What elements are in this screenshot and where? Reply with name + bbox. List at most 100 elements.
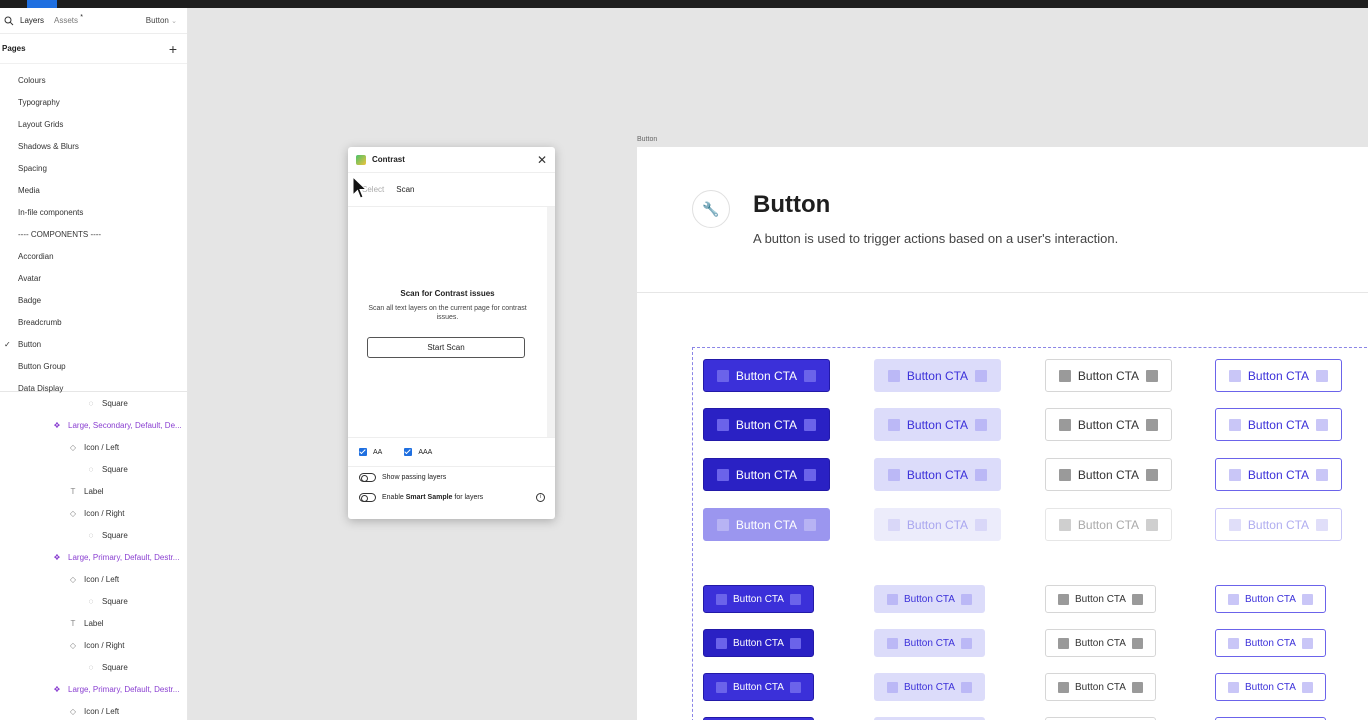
button-cta[interactable]: Button CTA: [1045, 359, 1172, 392]
button-cta[interactable]: Button CTA: [703, 359, 830, 392]
button-cta[interactable]: Button CTA: [1215, 458, 1342, 491]
button-cta[interactable]: Button CTA: [1215, 359, 1342, 392]
smart-sample-toggle[interactable]: [359, 492, 376, 502]
component-instance-icon: ❖: [53, 552, 61, 562]
button-cta-label: Button CTA: [1077, 417, 1140, 432]
button-cta[interactable]: Button CTA: [1045, 508, 1172, 541]
square-icon: [975, 468, 988, 481]
scan-heading: Scan for Contrast issues: [400, 289, 495, 298]
layer-item-label: Large, Secondary, Default, De...: [68, 420, 182, 430]
button-cta[interactable]: Button CTA: [874, 629, 985, 657]
square-icon: [804, 468, 817, 481]
layer-item[interactable]: ◇ Icon / Left: [0, 700, 187, 720]
scan-description: Scan all text layers on the current page…: [368, 305, 527, 321]
layer-item-label: Large, Primary, Default, Destr...: [68, 684, 180, 694]
square-icon: [887, 637, 899, 649]
tab-scan[interactable]: Scan: [396, 185, 414, 194]
page-item[interactable]: Breadcrumb: [0, 311, 187, 333]
layer-item[interactable]: ❖ Large, Primary, Default, Destr...: [0, 678, 187, 700]
layer-item[interactable]: ◇ Icon / Left: [0, 436, 187, 458]
button-frame[interactable]: 🔧 Button A button is used to trigger act…: [637, 147, 1368, 720]
button-cta[interactable]: Button CTA: [703, 458, 830, 491]
button-cta-label: Button CTA: [1077, 517, 1140, 532]
layer-item-label: Square: [102, 662, 128, 672]
page-item[interactable]: In-file components: [0, 201, 187, 223]
layer-item[interactable]: T Label: [0, 480, 187, 502]
layer-item[interactable]: ◇ Icon / Right: [0, 502, 187, 524]
search-icon[interactable]: [4, 16, 14, 26]
plugin-body: Scan for Contrast issues Scan all text l…: [348, 207, 555, 437]
layer-item[interactable]: ◌ Square: [0, 656, 187, 678]
page-item[interactable]: ---- COMPONENTS ----: [0, 223, 187, 245]
page-item[interactable]: Button Group: [0, 355, 187, 377]
show-passing-toggle[interactable]: [359, 472, 376, 482]
button-cta-label: Button CTA: [1247, 517, 1310, 532]
square-icon: [789, 681, 801, 693]
page-item[interactable]: Accordian: [0, 245, 187, 267]
page-item[interactable]: Shadows & Blurs: [0, 135, 187, 157]
layer-item[interactable]: ◌ Square: [0, 524, 187, 546]
button-cta[interactable]: Button CTA: [1045, 673, 1156, 701]
button-cta[interactable]: Button CTA: [874, 408, 1001, 441]
page-item[interactable]: Badge: [0, 289, 187, 311]
layer-item[interactable]: ◌ Square: [0, 458, 187, 480]
tab-assets[interactable]: Assets *: [54, 14, 83, 25]
button-cta[interactable]: Button CTA: [1215, 408, 1342, 441]
layers-list: ◌ Square ❖ Large, Secondary, Default, De...…: [0, 392, 187, 720]
button-cta[interactable]: Button CTA: [703, 585, 814, 613]
add-page-icon[interactable]: +: [169, 41, 177, 57]
button-cta[interactable]: Button CTA: [1045, 458, 1172, 491]
page-item[interactable]: Spacing: [0, 157, 187, 179]
square-icon: [1058, 468, 1071, 481]
layer-item[interactable]: T Label: [0, 612, 187, 634]
page-item[interactable]: ✓ Button: [0, 333, 187, 355]
page-item[interactable]: Colours: [0, 69, 187, 91]
button-cta-label: Button CTA: [1075, 593, 1126, 605]
button-cta[interactable]: Button CTA: [1215, 585, 1326, 613]
close-icon[interactable]: ✕: [537, 153, 547, 167]
page-selector[interactable]: Button ⌄: [146, 16, 177, 25]
level-checks: AA AAA: [348, 437, 555, 467]
page-item[interactable]: Media: [0, 179, 187, 201]
tab-layers[interactable]: Layers: [20, 16, 44, 25]
page-item[interactable]: Avatar: [0, 267, 187, 289]
frame-label[interactable]: Button: [637, 136, 657, 143]
layer-item[interactable]: ◇ Icon / Right: [0, 634, 187, 656]
start-scan-button[interactable]: Start Scan: [367, 337, 525, 358]
button-cta[interactable]: Button CTA: [874, 359, 1001, 392]
button-cta[interactable]: Button CTA: [1045, 585, 1156, 613]
button-cta[interactable]: Button CTA: [703, 508, 830, 541]
page-item-label: Badge: [18, 295, 42, 305]
layer-item[interactable]: ◇ Icon / Left: [0, 568, 187, 590]
button-cta[interactable]: Button CTA: [1045, 629, 1156, 657]
square-icon: [975, 518, 988, 531]
layer-item[interactable]: ◌ Square: [0, 392, 187, 414]
layer-item[interactable]: ❖ Large, Primary, Default, Destr...: [0, 546, 187, 568]
button-cta[interactable]: Button CTA: [874, 673, 985, 701]
button-cta[interactable]: Button CTA: [1215, 508, 1342, 541]
button-cta[interactable]: Button CTA: [874, 585, 985, 613]
layer-item[interactable]: ❖ Large, Secondary, Default, De...: [0, 414, 187, 436]
button-cta[interactable]: Button CTA: [1215, 673, 1326, 701]
square-icon: [1146, 418, 1159, 431]
square-icon: [1228, 593, 1240, 605]
button-cta[interactable]: Button CTA: [703, 673, 814, 701]
aa-checkbox[interactable]: [359, 448, 367, 456]
page-item-label: Button Group: [18, 361, 66, 371]
square-icon: [716, 418, 729, 431]
aaa-checkbox[interactable]: [404, 448, 413, 456]
button-cta-label: Button CTA: [1247, 467, 1310, 482]
button-cta[interactable]: Button CTA: [1215, 629, 1326, 657]
button-cta[interactable]: Button CTA: [703, 629, 814, 657]
square-icon: [887, 518, 900, 531]
info-icon[interactable]: i: [536, 492, 545, 502]
button-cta[interactable]: Button CTA: [703, 408, 830, 441]
button-cta[interactable]: Button CTA: [874, 458, 1001, 491]
square-icon: [1146, 369, 1159, 382]
button-cta[interactable]: Button CTA: [874, 508, 1001, 541]
layer-item[interactable]: ◌ Square: [0, 590, 187, 612]
page-item[interactable]: Layout Grids: [0, 113, 187, 135]
button-cta[interactable]: Button CTA: [1045, 408, 1172, 441]
show-passing-row: Show passing layers: [348, 467, 555, 487]
page-item[interactable]: Typography: [0, 91, 187, 113]
